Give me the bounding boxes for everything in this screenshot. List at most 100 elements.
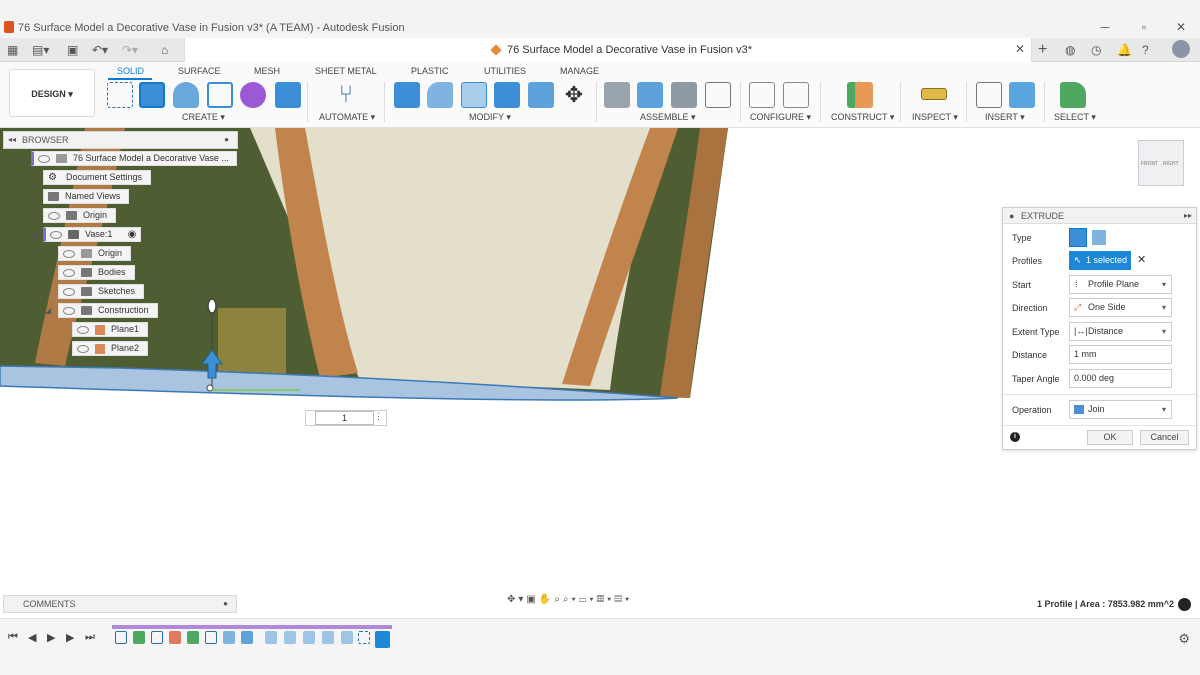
- display-settings-icon[interactable]: ▭▾: [579, 594, 597, 605]
- tree-item[interactable]: ◢ Construction: [3, 301, 238, 320]
- timeline-feature-icon[interactable]: [341, 631, 353, 644]
- timeline-sketch-icon[interactable]: [151, 631, 163, 644]
- tab-manage[interactable]: MANAGE: [560, 66, 599, 76]
- visibility-icon[interactable]: [38, 155, 50, 163]
- step-back-icon[interactable]: ◀: [28, 631, 36, 644]
- operation-select[interactable]: Join ▾: [1069, 400, 1172, 419]
- tab-surface[interactable]: SURFACE: [178, 66, 221, 76]
- close-icon[interactable]: ✕: [1174, 20, 1188, 34]
- expand-icon[interactable]: ▷: [45, 249, 51, 258]
- user-avatar-icon[interactable]: [1172, 40, 1190, 58]
- pin-icon[interactable]: ●: [224, 132, 229, 148]
- app-grid-icon[interactable]: ▦: [7, 42, 18, 58]
- visibility-icon[interactable]: [77, 326, 89, 334]
- timeline-feature-icon[interactable]: [303, 631, 315, 644]
- press-pull-icon[interactable]: [394, 82, 420, 108]
- tree-item[interactable]: ◢ 76 Surface Model a Decorative Vase ...: [3, 149, 238, 168]
- help-icon[interactable]: ?: [1142, 42, 1149, 58]
- insert-canvas-icon[interactable]: [1009, 82, 1035, 108]
- tree-item[interactable]: ▷ Sketches: [3, 282, 238, 301]
- group-construct[interactable]: CONSTRUCT ▾: [831, 112, 894, 123]
- timeline-plane-icon[interactable]: [187, 631, 199, 644]
- tree-item[interactable]: Plane1: [3, 320, 238, 339]
- revolve-icon[interactable]: [173, 82, 199, 108]
- extrude-dialog-header[interactable]: ● EXTRUDE ▸▸: [1003, 208, 1196, 224]
- timeline-feature-icon[interactable]: [322, 631, 334, 644]
- clear-selection-icon[interactable]: ✕: [1137, 253, 1146, 266]
- expand-icon[interactable]: ▷: [31, 173, 37, 182]
- sweep-icon[interactable]: [207, 82, 233, 108]
- joint-origin-icon[interactable]: [705, 82, 731, 108]
- move-copy-icon[interactable]: ✥: [561, 82, 587, 108]
- group-assemble[interactable]: ASSEMBLE ▾: [640, 112, 696, 123]
- insert-derive-icon[interactable]: [976, 82, 1002, 108]
- viewcube-right[interactable]: RIGHT: [1163, 161, 1179, 167]
- fit-icon[interactable]: ⌕▾: [563, 594, 579, 605]
- visibility-icon[interactable]: [63, 269, 75, 277]
- expand-dialog-icon[interactable]: ▸▸: [1184, 208, 1192, 224]
- measure-status-icon[interactable]: [1178, 598, 1191, 611]
- expand-icon[interactable]: ◢: [45, 306, 51, 315]
- start-select[interactable]: ⁞ Profile Plane ▾: [1069, 275, 1172, 294]
- grid-settings-icon[interactable]: ▦▾: [597, 594, 615, 605]
- comments-add-icon[interactable]: ●: [223, 596, 228, 612]
- tree-item[interactable]: ▷ Origin: [3, 244, 238, 263]
- configuration-table-icon[interactable]: [783, 82, 809, 108]
- timeline-sketch-icon[interactable]: [358, 631, 370, 644]
- tree-item[interactable]: ◢ Vase:1 ◉: [3, 225, 238, 244]
- document-tab[interactable]: 76 Surface Model a Decorative Vase in Fu…: [184, 38, 1032, 62]
- as-built-joint-icon[interactable]: [671, 82, 697, 108]
- workspace-switcher[interactable]: DESIGN ▾: [9, 69, 95, 117]
- tab-solid[interactable]: SOLID: [117, 66, 144, 76]
- distance-field[interactable]: 1 mm: [1069, 345, 1172, 364]
- tab-plastic[interactable]: PLASTIC: [411, 66, 449, 76]
- look-at-icon[interactable]: ▣: [526, 594, 538, 605]
- group-select[interactable]: SELECT ▾: [1054, 112, 1096, 123]
- extrude-icon[interactable]: [139, 82, 165, 108]
- visibility-icon[interactable]: [63, 307, 75, 315]
- group-create[interactable]: CREATE ▾: [182, 112, 225, 123]
- type-thin-icon[interactable]: [1092, 230, 1106, 245]
- automate-icon[interactable]: ⑂: [333, 82, 359, 108]
- visibility-icon[interactable]: [50, 231, 62, 239]
- measure-icon[interactable]: [921, 88, 947, 100]
- form-icon[interactable]: [240, 82, 266, 108]
- tab-utilities[interactable]: UTILITIES: [484, 66, 526, 76]
- orbit-icon[interactable]: ✥▾: [507, 594, 526, 605]
- viewcube[interactable]: FRONT RIGHT: [1138, 140, 1184, 186]
- viewports-icon[interactable]: ▤▾: [614, 594, 632, 605]
- play-icon[interactable]: ▶: [47, 631, 55, 644]
- timeline-sketch-icon[interactable]: [205, 631, 217, 644]
- undo-icon[interactable]: ↶▾: [92, 42, 108, 58]
- viewcube-front[interactable]: FRONT: [1141, 161, 1158, 167]
- visibility-icon[interactable]: [48, 212, 60, 220]
- activate-component-icon[interactable]: ◉: [128, 228, 137, 241]
- create-sketch-icon[interactable]: [107, 82, 133, 108]
- timeline-plane-icon[interactable]: [133, 631, 145, 644]
- tab-sheet-metal[interactable]: SHEET METAL: [315, 66, 377, 76]
- new-tab-icon[interactable]: +: [1038, 42, 1047, 58]
- group-configure[interactable]: CONFIGURE ▾: [750, 112, 811, 123]
- tree-item[interactable]: ▷ ⚙ Document Settings: [3, 168, 238, 187]
- select-icon[interactable]: [1060, 82, 1086, 108]
- expand-icon[interactable]: ▷: [45, 268, 51, 277]
- combine-icon[interactable]: [494, 82, 520, 108]
- profiles-selector[interactable]: ↖ 1 selected: [1069, 251, 1131, 270]
- step-forward-icon[interactable]: ▶: [66, 631, 74, 644]
- taper-angle-field[interactable]: 0.000 deg: [1069, 369, 1172, 388]
- more-options-icon[interactable]: ⋮: [374, 411, 383, 422]
- group-modify[interactable]: MODIFY ▾: [469, 112, 511, 123]
- tree-item[interactable]: ▷ Bodies: [3, 263, 238, 282]
- fillet-icon[interactable]: [427, 82, 453, 108]
- timeline-form-icon[interactable]: [169, 631, 181, 644]
- direction-select[interactable]: ⤢ One Side ▾: [1069, 298, 1172, 317]
- configure-icon[interactable]: [749, 82, 775, 108]
- expand-icon[interactable]: ◢: [17, 154, 23, 163]
- timeline-active-extrude-icon[interactable]: [375, 631, 390, 648]
- shell-icon[interactable]: [461, 82, 487, 108]
- ok-button[interactable]: OK: [1087, 430, 1133, 445]
- zoom-icon[interactable]: ⌕: [554, 594, 563, 605]
- construct-plane-icon[interactable]: [847, 82, 873, 108]
- expand-icon[interactable]: ▷: [31, 192, 37, 201]
- type-solid-icon[interactable]: [1069, 228, 1087, 247]
